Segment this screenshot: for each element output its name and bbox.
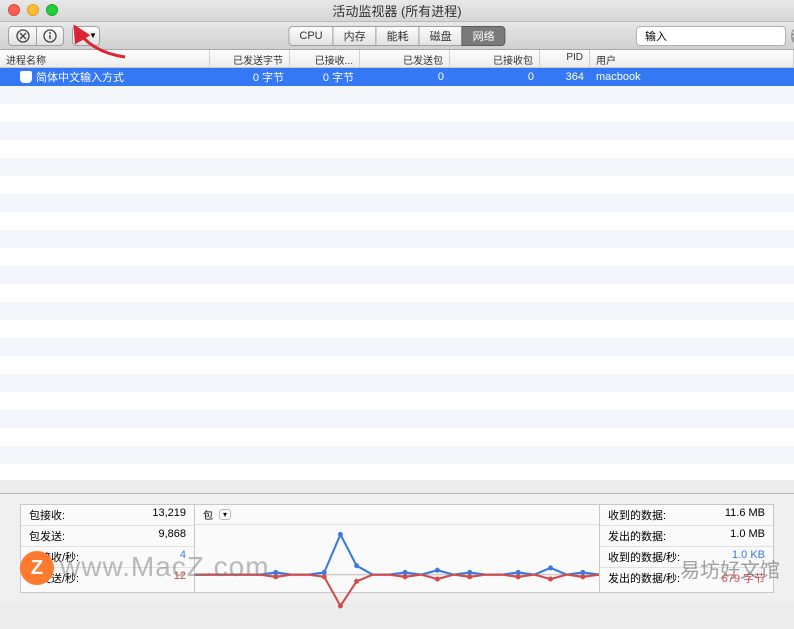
- table-header: 进程名称 已发送字节 已接收... 已发送包 已接收包 PID 用户: [0, 50, 794, 68]
- tab-disk[interactable]: 磁盘: [419, 26, 462, 46]
- cell-recv-bytes: 0 字节: [290, 69, 360, 85]
- cell-pid: 364: [540, 71, 590, 83]
- window-title: 活动监视器 (所有进程): [332, 1, 461, 20]
- table-row[interactable]: [0, 338, 794, 356]
- cell-user: macbook: [590, 71, 794, 83]
- table-row[interactable]: [0, 140, 794, 158]
- column-sent-bytes[interactable]: 已发送字节: [210, 50, 290, 67]
- tab-energy[interactable]: 能耗: [376, 26, 419, 46]
- table-row[interactable]: [0, 266, 794, 284]
- footer-stats: 包接收:13,219 包发送:9,868 包接收/秒:4 包发送/秒:12 包 …: [0, 493, 794, 603]
- process-table[interactable]: 简体中文输入方式 0 字节 0 字节 0 0 364 macbook: [0, 68, 794, 480]
- settings-menu-button[interactable]: ▼: [72, 26, 100, 46]
- chart-label: 包: [203, 507, 213, 522]
- table-row[interactable]: [0, 464, 794, 480]
- table-row[interactable]: [0, 248, 794, 266]
- table-row[interactable]: [0, 86, 794, 104]
- table-row[interactable]: [0, 410, 794, 428]
- info-button[interactable]: [36, 26, 64, 46]
- label-packets-out: 包发送:: [29, 528, 65, 544]
- shield-icon: [20, 71, 32, 83]
- table-row[interactable]: [0, 158, 794, 176]
- table-row[interactable]: [0, 104, 794, 122]
- titlebar: 活动监视器 (所有进程): [0, 0, 794, 22]
- tab-network[interactable]: 网络: [462, 26, 506, 46]
- toolbar: ▼ CPU 内存 能耗 磁盘 网络 ✕: [0, 22, 794, 50]
- column-sent-packets[interactable]: 已发送包: [360, 50, 450, 67]
- label-data-in-sec: 收到的数据/秒:: [608, 549, 680, 565]
- column-process-name[interactable]: 进程名称: [0, 50, 210, 67]
- table-row[interactable]: [0, 212, 794, 230]
- close-window-button[interactable]: [8, 4, 20, 16]
- search-input[interactable]: [645, 30, 787, 42]
- label-data-in: 收到的数据:: [608, 507, 666, 523]
- stop-process-button[interactable]: [8, 26, 36, 46]
- value-packets-in: 13,219: [152, 507, 186, 523]
- table-row[interactable]: [0, 194, 794, 212]
- label-packets-in: 包接收:: [29, 507, 65, 523]
- tab-memory[interactable]: 内存: [333, 26, 376, 46]
- table-row[interactable]: [0, 374, 794, 392]
- search-field[interactable]: ✕: [636, 26, 786, 46]
- column-recv-packets[interactable]: 已接收包: [450, 50, 540, 67]
- cell-sent-bytes: 0 字节: [210, 69, 290, 85]
- process-name: 简体中文输入方式: [36, 69, 124, 85]
- column-pid[interactable]: PID: [540, 50, 590, 67]
- gear-icon: [75, 30, 87, 42]
- table-row[interactable]: [0, 284, 794, 302]
- tab-segment: CPU 内存 能耗 磁盘 网络: [288, 26, 505, 46]
- watermark-logo: Z: [20, 551, 54, 585]
- value-packets-out: 9,868: [158, 528, 186, 544]
- traffic-lights: [8, 4, 58, 16]
- table-row[interactable]: [0, 392, 794, 410]
- table-row[interactable]: [0, 428, 794, 446]
- value-data-in: 11.6 MB: [725, 507, 765, 523]
- cell-recv-packets: 0: [450, 71, 540, 83]
- table-row[interactable]: [0, 230, 794, 248]
- maximize-window-button[interactable]: [46, 4, 58, 16]
- minimize-window-button[interactable]: [27, 4, 39, 16]
- column-user[interactable]: 用户: [590, 50, 794, 67]
- label-data-out: 发出的数据:: [608, 528, 666, 544]
- table-row[interactable]: 简体中文输入方式 0 字节 0 字节 0 0 364 macbook: [0, 68, 794, 86]
- tab-cpu[interactable]: CPU: [288, 26, 332, 46]
- cell-sent-packets: 0: [360, 71, 450, 83]
- chevron-down-icon: ▼: [89, 31, 97, 40]
- table-row[interactable]: [0, 446, 794, 464]
- table-row[interactable]: [0, 122, 794, 140]
- watermark-right: 易坊好文馆: [680, 554, 780, 583]
- value-data-out: 1.0 MB: [730, 528, 765, 544]
- label-data-out-sec: 发出的数据/秒:: [608, 570, 680, 586]
- table-row[interactable]: [0, 302, 794, 320]
- table-row[interactable]: [0, 320, 794, 338]
- watermark-url: www.MacZ.com: [60, 551, 270, 583]
- table-row[interactable]: [0, 356, 794, 374]
- column-recv-bytes[interactable]: 已接收...: [290, 50, 360, 67]
- chart-dropdown[interactable]: ▾: [219, 509, 231, 520]
- table-row[interactable]: [0, 176, 794, 194]
